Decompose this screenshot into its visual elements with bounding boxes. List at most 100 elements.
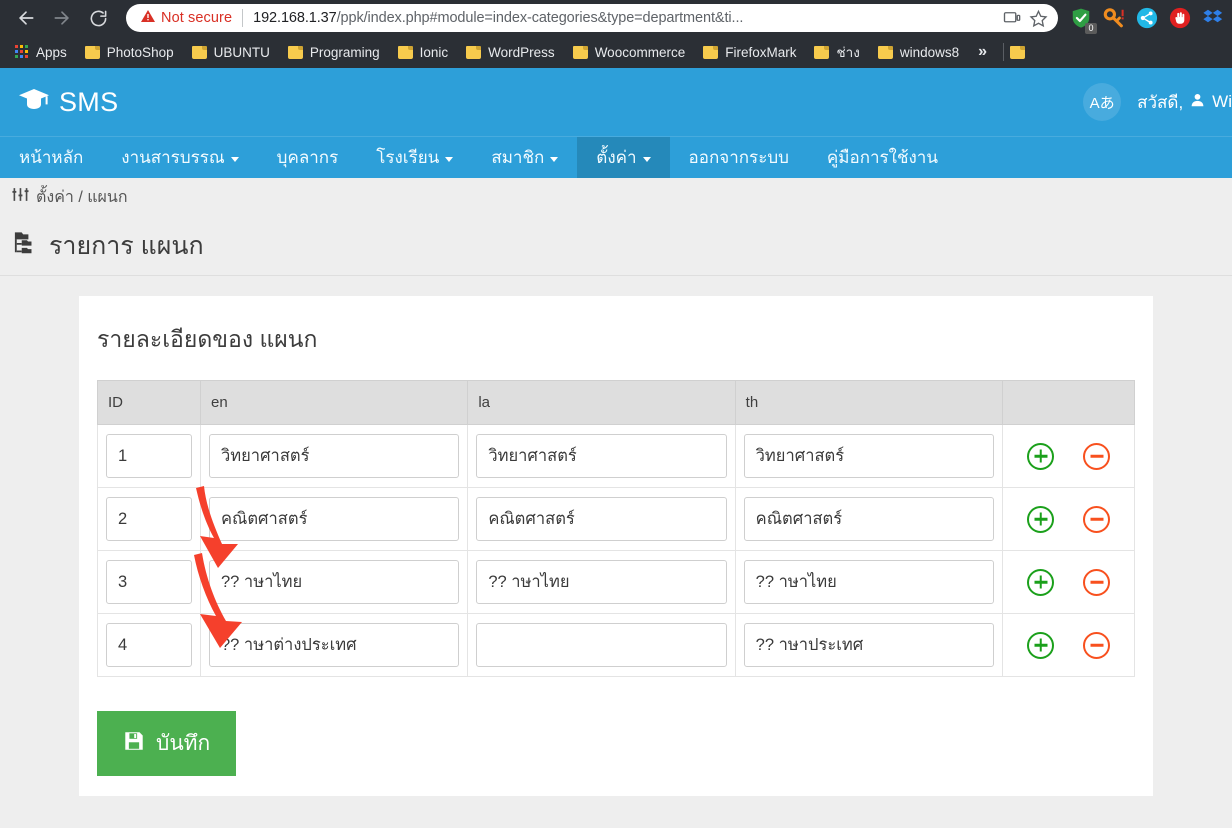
department-table: ID en la th xyxy=(97,380,1135,677)
nav-item-label: โรงเรียน xyxy=(376,148,440,167)
cell-la xyxy=(467,550,736,614)
bookmark-chang[interactable]: ช่าง xyxy=(805,38,868,66)
key-extension-icon[interactable] xyxy=(1103,7,1125,29)
id-input[interactable] xyxy=(106,560,192,604)
nav-item-correspondence[interactable]: งานสารบรรณ xyxy=(102,137,257,178)
nav-item-logout[interactable]: ออกจากระบบ xyxy=(670,137,808,178)
nav-item-school[interactable]: โรงเรียน xyxy=(357,137,472,178)
bookmark-apps[interactable]: Apps xyxy=(6,42,76,63)
extension-toolbar: 0 xyxy=(1064,7,1224,34)
id-input[interactable] xyxy=(106,434,192,478)
cell-th xyxy=(734,613,1004,677)
address-bar[interactable]: Not secure 192.168.1.37/ppk/index.php#mo… xyxy=(126,4,1058,32)
bookmark-firefoxmark[interactable]: FirefoxMark xyxy=(694,42,805,63)
folder-icon xyxy=(191,45,207,59)
cell-en xyxy=(199,613,469,677)
nav-item-members[interactable]: สมาชิก xyxy=(472,137,577,178)
folder-icon xyxy=(877,45,893,59)
table-header-row: ID en la th xyxy=(97,380,1135,425)
save-button[interactable]: บันทึก xyxy=(97,711,237,776)
table-row xyxy=(97,424,1135,488)
nav-item-home[interactable]: หน้าหลัก xyxy=(0,137,102,178)
th-input[interactable] xyxy=(743,497,994,541)
table-body xyxy=(97,424,1135,677)
minus-circle-icon[interactable] xyxy=(1083,505,1110,533)
en-input[interactable] xyxy=(209,623,460,667)
bookmark-label: WordPress xyxy=(488,44,555,60)
cast-icon[interactable] xyxy=(1003,9,1021,27)
brand-logo[interactable]: SMS xyxy=(18,86,118,119)
plus-circle-icon[interactable] xyxy=(1027,631,1054,659)
user-icon xyxy=(1190,92,1205,113)
forward-button[interactable] xyxy=(44,3,80,33)
th-input[interactable] xyxy=(743,434,994,478)
th-input[interactable] xyxy=(743,560,994,604)
bookmark-wordpress[interactable]: WordPress xyxy=(457,42,564,63)
user-greeting[interactable]: สวัสดี, Wi xyxy=(1137,89,1232,116)
bookmark-windows8[interactable]: windows8 xyxy=(869,42,968,63)
plus-circle-icon[interactable] xyxy=(1027,442,1054,470)
bookmark-label: ช่าง xyxy=(836,45,860,60)
minus-circle-icon[interactable] xyxy=(1083,631,1110,659)
cell-id xyxy=(97,424,201,488)
folder-icon xyxy=(84,45,100,59)
folder-icon[interactable] xyxy=(1010,45,1026,59)
nav-item-label: ออกจากระบบ xyxy=(688,148,789,167)
nav-item-personnel[interactable]: บุคลากร xyxy=(258,137,358,178)
bookmark-woocommerce[interactable]: Woocommerce xyxy=(564,42,695,63)
back-button[interactable] xyxy=(8,3,44,33)
shield-badge-count: 0 xyxy=(1085,23,1097,34)
omnibox-divider xyxy=(242,9,244,27)
reload-icon xyxy=(89,9,108,28)
bookmark-label: PhotoShop xyxy=(106,44,174,60)
star-icon[interactable] xyxy=(1029,9,1048,28)
table-row xyxy=(97,613,1135,677)
folder-icon xyxy=(466,45,482,59)
apps-grid-icon xyxy=(15,45,29,59)
bookmark-ionic[interactable]: Ionic xyxy=(389,42,458,63)
la-input[interactable] xyxy=(476,497,727,541)
share-nodes-extension-icon[interactable] xyxy=(1136,7,1158,29)
reload-button[interactable] xyxy=(80,3,116,33)
column-header-id: ID xyxy=(97,380,201,425)
la-input[interactable] xyxy=(476,560,727,604)
stop-hand-extension-icon[interactable] xyxy=(1169,7,1191,29)
bookmark-label: Woocommerce xyxy=(594,44,686,60)
bookmark-photoshop[interactable]: PhotoShop xyxy=(76,42,183,63)
shield-extension-icon[interactable]: 0 xyxy=(1070,7,1097,34)
cell-en xyxy=(199,424,469,488)
browser-chrome: Not secure 192.168.1.37/ppk/index.php#mo… xyxy=(0,0,1232,68)
en-input[interactable] xyxy=(209,497,460,541)
nav-item-settings[interactable]: ตั้งค่า xyxy=(577,137,670,178)
minus-circle-icon[interactable] xyxy=(1083,442,1110,470)
th-input[interactable] xyxy=(743,623,994,667)
nav-item-manual[interactable]: คู่มือการใช้งาน xyxy=(808,137,957,178)
language-toggle-button[interactable]: Aあ xyxy=(1083,83,1122,121)
floppy-save-icon xyxy=(123,730,145,758)
la-input[interactable] xyxy=(476,623,727,667)
bookmark-ubuntu[interactable]: UBUNTU xyxy=(183,42,279,63)
bookmark-programing[interactable]: Programing xyxy=(279,42,389,63)
en-input[interactable] xyxy=(209,434,460,478)
bookmarks-overflow-button[interactable]: » xyxy=(968,43,997,61)
dropbox-extension-icon[interactable] xyxy=(1202,7,1224,29)
cell-actions xyxy=(1002,424,1135,488)
id-input[interactable] xyxy=(106,623,192,667)
bookmark-label: Apps xyxy=(36,44,67,60)
chevron-down-icon xyxy=(445,156,454,162)
id-input[interactable] xyxy=(106,497,192,541)
username-label: Wi xyxy=(1212,92,1232,111)
plus-circle-icon[interactable] xyxy=(1027,505,1054,533)
nav-item-label: งานสารบรรณ xyxy=(121,148,225,167)
minus-circle-icon[interactable] xyxy=(1083,568,1110,596)
cell-th xyxy=(734,424,1004,488)
warning-triangle-icon xyxy=(140,8,156,29)
plus-circle-icon[interactable] xyxy=(1027,568,1054,596)
folder-icon xyxy=(287,45,303,59)
table-row xyxy=(97,487,1135,551)
bookmark-label: UBUNTU xyxy=(213,44,270,60)
column-header-th: th xyxy=(734,380,1004,425)
url-host: 192.168.1.37 xyxy=(253,10,337,26)
la-input[interactable] xyxy=(476,434,727,478)
en-input[interactable] xyxy=(209,560,460,604)
